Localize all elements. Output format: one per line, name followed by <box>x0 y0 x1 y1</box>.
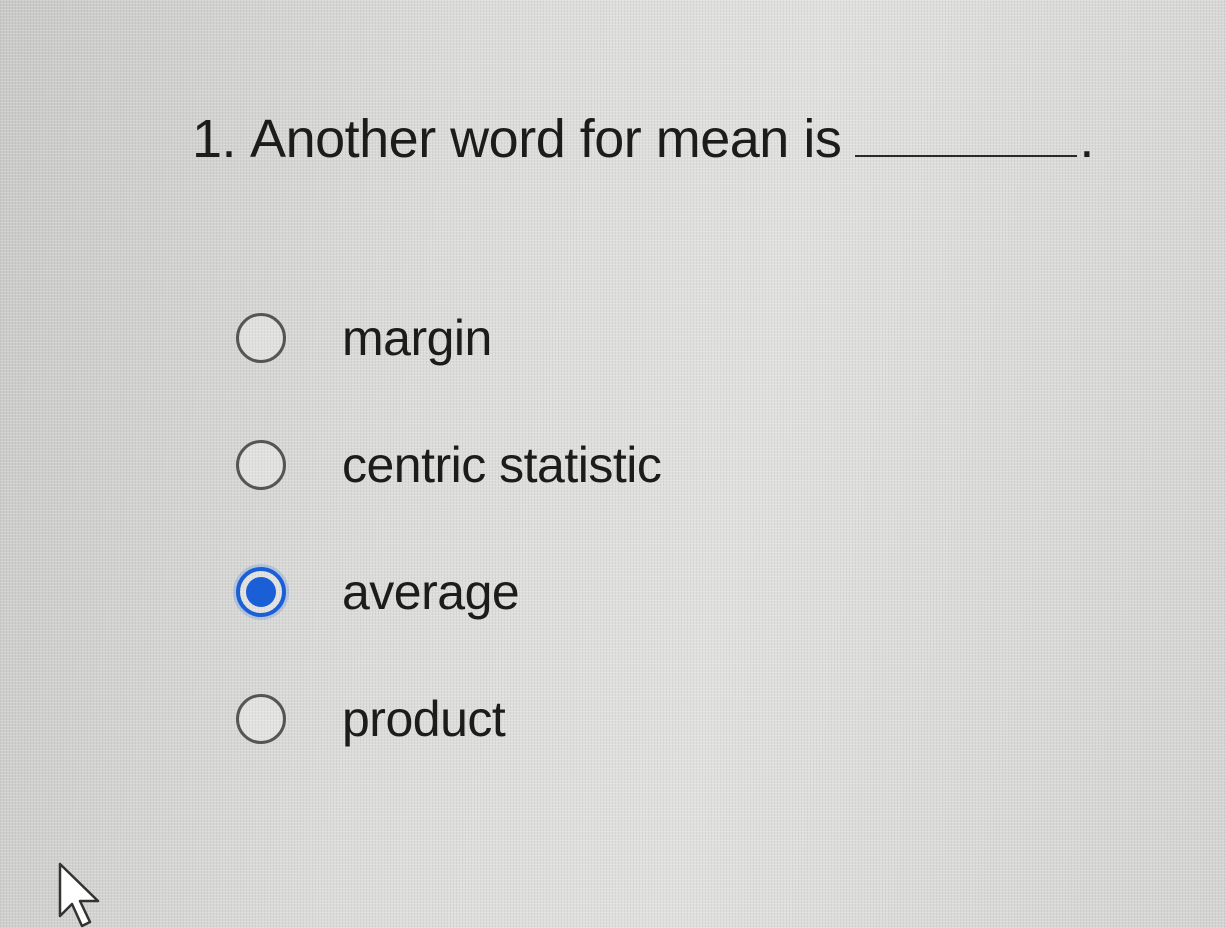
option-margin[interactable]: margin <box>236 306 661 370</box>
option-label: margin <box>342 310 492 366</box>
answer-options: margin centric statistic average product <box>236 306 662 814</box>
option-label: product <box>342 691 506 747</box>
radio-button-centric-statistic[interactable] <box>236 440 286 490</box>
option-average[interactable]: average <box>236 560 661 624</box>
radio-button-average-selected[interactable] <box>236 567 286 617</box>
answer-blank <box>855 111 1078 157</box>
radio-button-product[interactable] <box>236 694 286 744</box>
radio-selected-dot <box>246 577 276 607</box>
option-product[interactable]: product <box>236 687 661 751</box>
question-number: 1. <box>192 109 237 169</box>
arrow-cursor-icon <box>58 862 100 928</box>
question-period: . <box>1079 109 1094 169</box>
option-label: centric statistic <box>342 437 662 493</box>
radio-button-margin[interactable] <box>236 313 286 363</box>
option-label: average <box>342 564 520 620</box>
option-centric-statistic[interactable]: centric statistic <box>236 433 662 497</box>
question-prompt: Another word for mean is <box>250 109 842 169</box>
question-text: 1. Another word for mean is. <box>192 108 1094 170</box>
